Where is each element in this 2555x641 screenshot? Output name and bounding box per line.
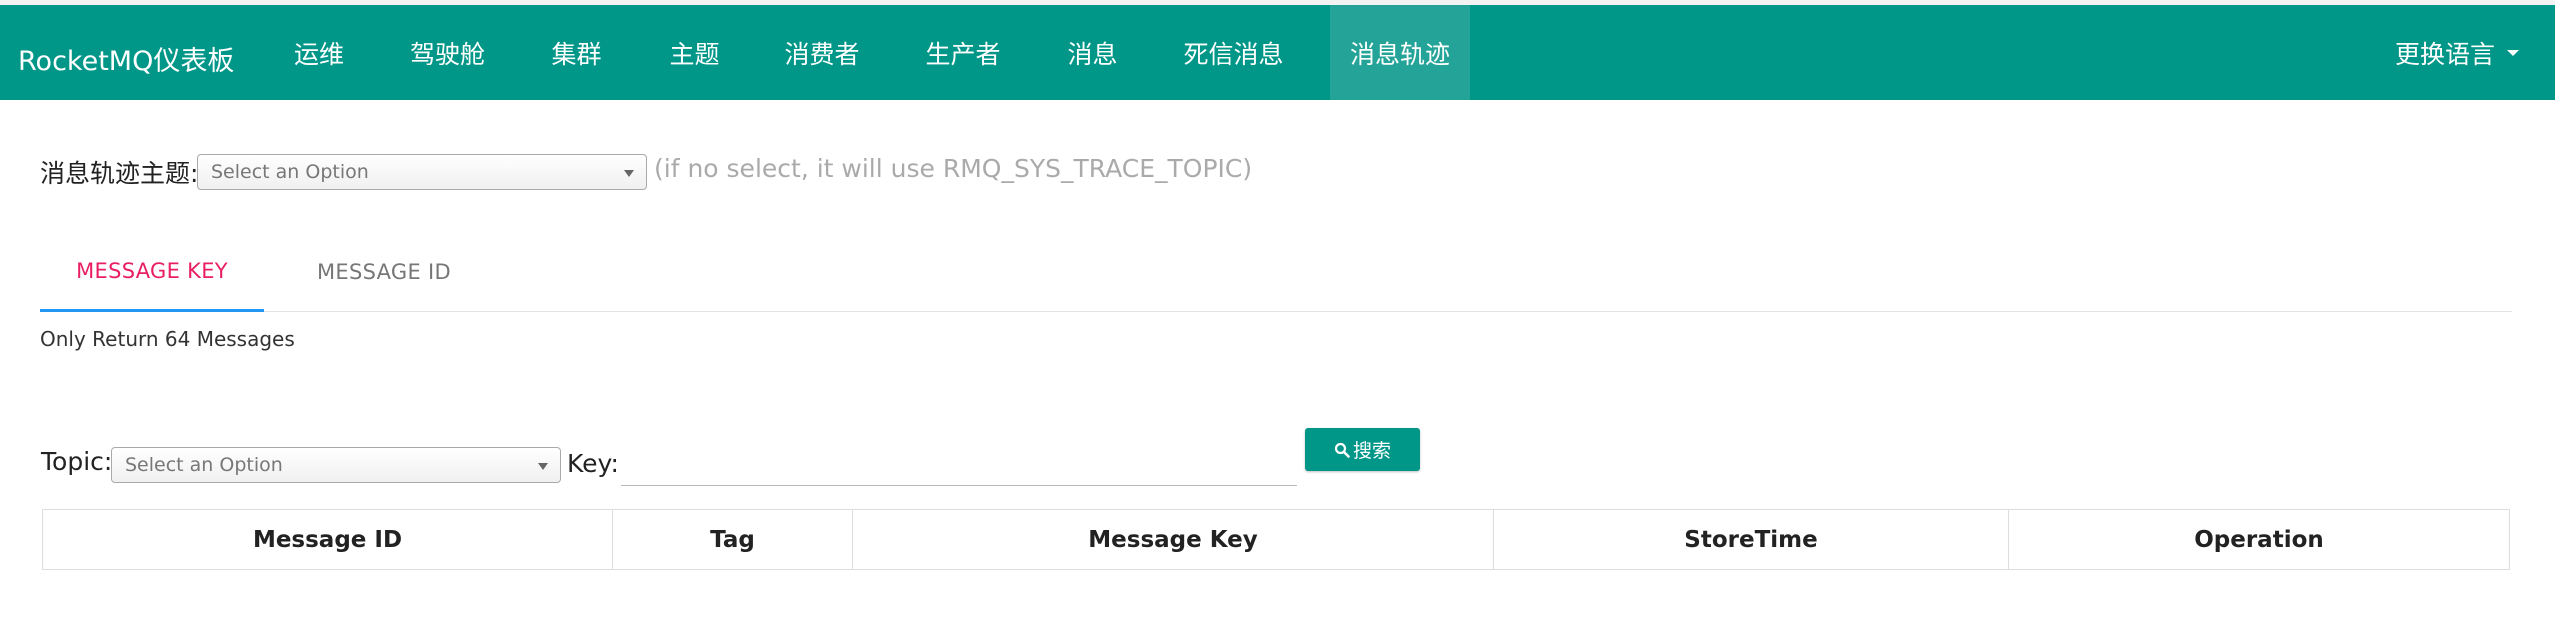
tab-message-id[interactable]: MESSAGE ID bbox=[284, 232, 484, 312]
key-label: Key: bbox=[567, 449, 619, 478]
nav-item-label: 生产者 bbox=[925, 39, 1001, 69]
nav-item-topic[interactable]: 主题 bbox=[652, 5, 737, 100]
nav-item-ops[interactable]: 运维 bbox=[278, 5, 360, 100]
topic-label: Topic: bbox=[41, 447, 113, 476]
language-dropdown[interactable]: 更换语言 bbox=[2395, 5, 2519, 100]
search-button-label: 搜索 bbox=[1352, 440, 1391, 462]
brand-title[interactable]: RocketMQ仪表板 bbox=[18, 39, 234, 78]
key-input[interactable] bbox=[621, 446, 1297, 486]
trace-topic-select[interactable]: Select an Option bbox=[197, 154, 647, 190]
result-limit-note: Only Return 64 Messages bbox=[40, 327, 295, 351]
trace-topic-hint: (if no select, it will use RMQ_SYS_TRACE… bbox=[654, 154, 1253, 183]
top-navbar: RocketMQ仪表板 运维 驾驶舱 集群 主题 消费者 生产者 消息 死信消息… bbox=[0, 5, 2555, 100]
topic-select[interactable]: Select an Option bbox=[111, 447, 561, 483]
nav-item-message[interactable]: 消息 bbox=[1054, 5, 1131, 100]
search-button[interactable]: 搜索 bbox=[1305, 428, 1420, 471]
nav-item-label: 消费者 bbox=[784, 39, 860, 69]
column-header-store-time[interactable]: StoreTime bbox=[1494, 510, 2009, 569]
language-label: 更换语言 bbox=[2394, 39, 2495, 69]
nav-item-label: 集群 bbox=[551, 39, 602, 69]
nav-item-producer[interactable]: 生产者 bbox=[911, 5, 1015, 100]
nav-item-cluster[interactable]: 集群 bbox=[534, 5, 619, 100]
select-arrow-icon bbox=[538, 463, 548, 470]
nav-item-label: 消息轨迹 bbox=[1349, 39, 1450, 69]
nav-item-label: 消息 bbox=[1067, 39, 1118, 69]
nav-item-label: 死信消息 bbox=[1183, 39, 1284, 69]
search-icon bbox=[1334, 442, 1350, 458]
nav-item-dashboard[interactable]: 驾驶舱 bbox=[396, 5, 499, 100]
nav-item-consumer[interactable]: 消费者 bbox=[772, 5, 872, 100]
trace-topic-label: 消息轨迹主题: bbox=[40, 159, 199, 188]
caret-down-icon bbox=[2507, 49, 2519, 56]
tab-label: MESSAGE KEY bbox=[76, 258, 228, 283]
nav-item-message-trace[interactable]: 消息轨迹 bbox=[1330, 5, 1470, 100]
query-tabs: MESSAGE KEY MESSAGE ID bbox=[40, 232, 2512, 312]
nav-item-label: 运维 bbox=[293, 39, 344, 69]
column-header-message-key[interactable]: Message Key bbox=[853, 510, 1494, 569]
nav-item-label: 驾驶舱 bbox=[409, 39, 485, 69]
column-header-message-id[interactable]: Message ID bbox=[43, 510, 613, 569]
trace-topic-select-value: Select an Option bbox=[211, 161, 369, 183]
results-table: Message ID Tag Message Key StoreTime Ope… bbox=[42, 509, 2510, 570]
select-arrow-icon bbox=[624, 170, 634, 177]
tab-message-key[interactable]: MESSAGE KEY bbox=[40, 232, 264, 312]
nav-item-label: 主题 bbox=[669, 39, 720, 69]
column-header-tag[interactable]: Tag bbox=[613, 510, 853, 569]
column-header-operation[interactable]: Operation bbox=[2009, 510, 2509, 569]
topic-select-value: Select an Option bbox=[125, 454, 283, 476]
tab-label: MESSAGE ID bbox=[316, 260, 451, 284]
nav-item-dlq-message[interactable]: 死信消息 bbox=[1172, 5, 1295, 100]
